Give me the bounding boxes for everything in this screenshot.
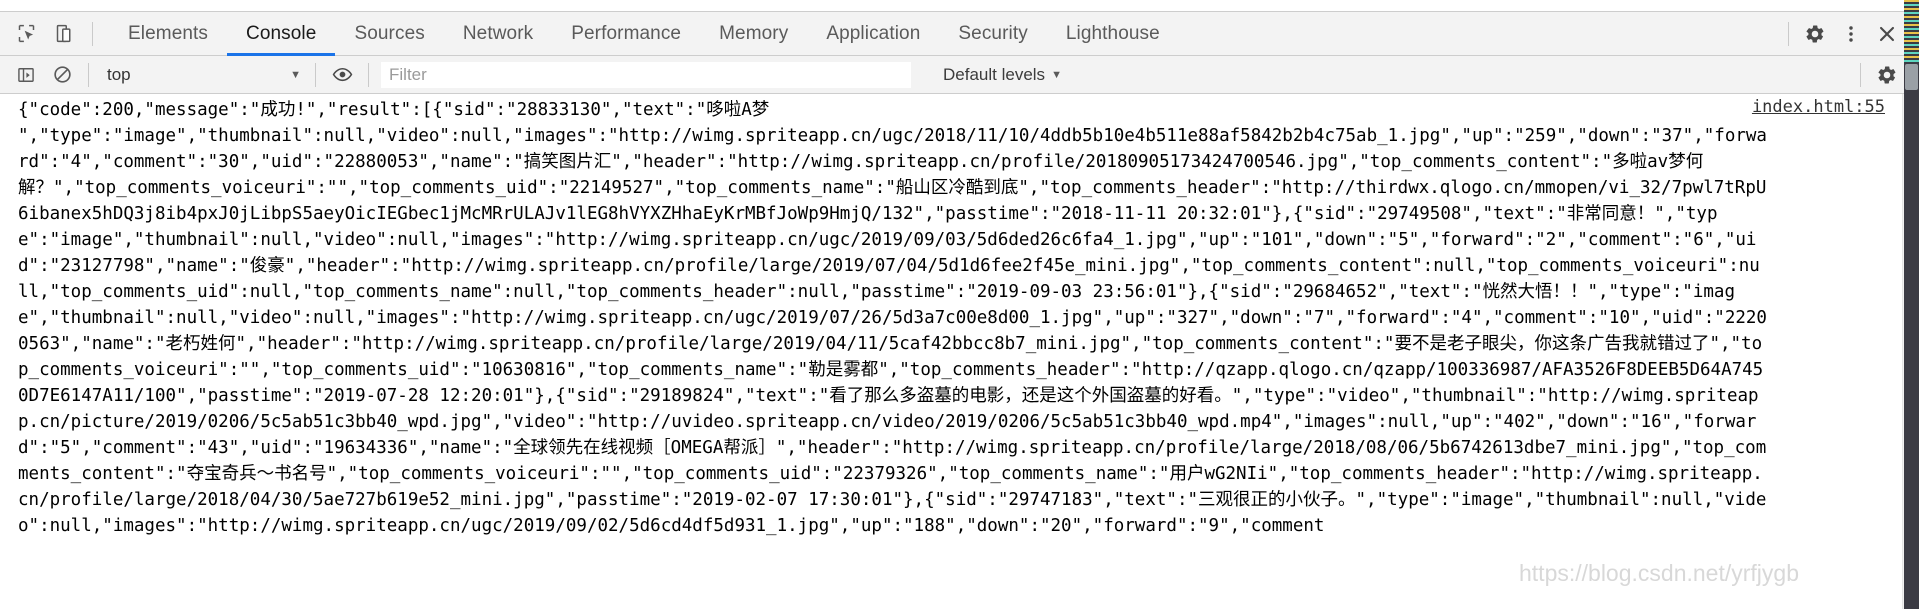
devtools-main-toolbar: Elements Console Sources Network Perform… [0,11,1919,56]
gear-icon[interactable] [1797,16,1833,52]
tab-elements-label: Elements [128,22,209,44]
console-message-source-link[interactable]: index.html:55 [1752,97,1885,117]
tab-security-label: Security [958,22,1028,44]
page-scrollbar-minimap[interactable] [1904,0,1919,609]
execution-context-selector[interactable]: top ▼ [97,62,307,88]
log-levels-label: Default levels [943,64,1046,84]
chevron-down-icon: ▼ [290,68,301,81]
show-console-sidebar-icon[interactable] [8,57,44,93]
toolbar-divider [92,21,93,46]
execution-context-label: top [107,64,131,84]
devtools-tab-list: Elements Console Sources Network Perform… [109,12,1179,56]
toolbar-left-controls [0,12,101,55]
page-top-strip [0,0,1919,11]
tab-application-label: Application [826,22,921,44]
console-message-list[interactable]: index.html:55 {"code":200,"message":"成功!… [0,94,1919,609]
tab-performance[interactable]: Performance [552,12,700,55]
tab-security[interactable]: Security [939,12,1046,55]
console-bar-divider-2 [315,62,316,87]
tab-sources-label: Sources [354,22,425,44]
tab-lighthouse-label: Lighthouse [1065,22,1160,44]
device-toolbar-icon[interactable] [46,16,82,52]
tab-console-label: Console [246,22,317,44]
tab-network-label: Network [462,22,534,44]
tab-sources[interactable]: Sources [335,12,443,55]
minimap-marks [1904,0,1919,62]
tab-network[interactable]: Network [444,12,552,55]
tab-console[interactable]: Console [227,12,336,56]
tab-memory-label: Memory [719,22,789,44]
console-message-text: {"code":200,"message":"成功!","result":[{"… [18,100,1767,536]
toolbar-divider-right [1788,21,1789,46]
toolbar-right-controls [1780,12,1919,55]
more-options-icon[interactable] [1833,16,1869,52]
console-message[interactable]: index.html:55 {"code":200,"message":"成功!… [0,94,1919,543]
console-bar-divider-3 [368,62,369,87]
inspect-element-icon[interactable] [8,16,44,52]
tab-performance-label: Performance [571,22,682,44]
tab-application[interactable]: Application [807,12,939,55]
log-levels-dropdown[interactable]: Default levels ▼ [933,62,1072,88]
page-scrollbar-thumb[interactable] [1905,64,1918,90]
clear-console-icon[interactable] [44,57,80,93]
tab-lighthouse[interactable]: Lighthouse [1047,12,1179,55]
console-filter-toolbar: top ▼ Default levels ▼ [0,56,1919,94]
filter-input[interactable] [381,61,911,88]
tab-memory[interactable]: Memory [700,12,807,55]
console-bar-divider-4 [1860,62,1861,87]
console-bar-divider-1 [88,62,89,87]
console-settings-gear-icon[interactable] [1869,57,1905,93]
tab-elements[interactable]: Elements [109,12,227,55]
devtools-window: Elements Console Sources Network Perform… [0,0,1919,609]
chevron-down-icon-levels: ▼ [1051,68,1062,81]
close-icon[interactable] [1869,16,1905,52]
live-expression-icon[interactable] [324,57,360,93]
